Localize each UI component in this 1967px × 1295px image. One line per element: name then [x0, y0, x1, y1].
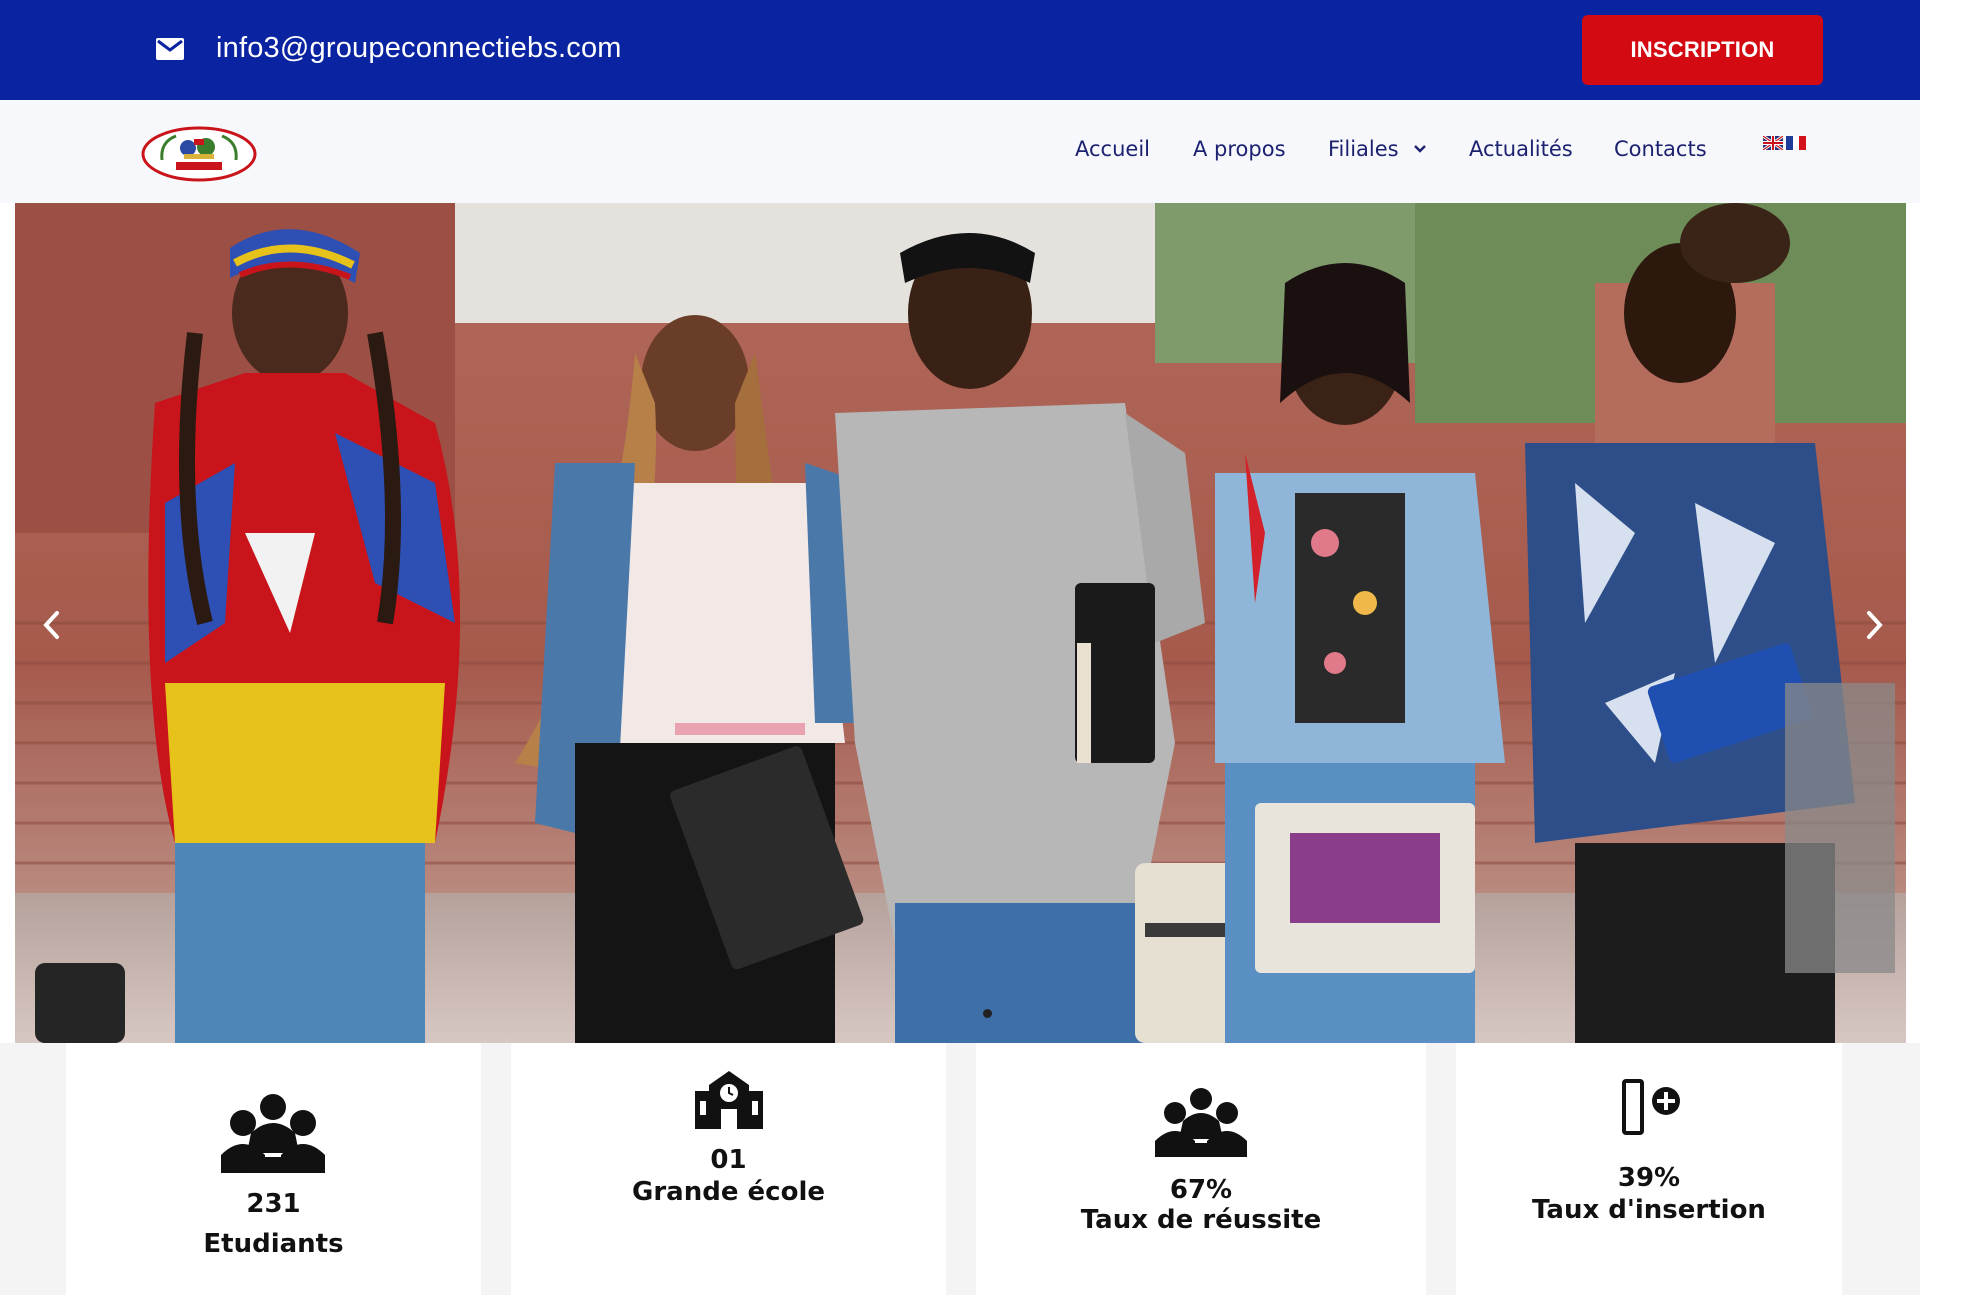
page-gutter	[1920, 0, 1967, 1295]
nav-filiales-dropdown[interactable]: Filiales	[1328, 134, 1427, 164]
top-bar: info3@groupeconnectiebs.com INSCRIPTION	[0, 0, 1920, 100]
stat-value: 01	[710, 1145, 747, 1175]
students-group-icon	[221, 1094, 325, 1173]
chevron-down-icon	[1413, 145, 1426, 153]
nav-actualites[interactable]: Actualités	[1469, 134, 1573, 164]
nav-label: Actualités	[1469, 137, 1573, 161]
stat-card-insertion: 39% Taux d'insertion	[1456, 1043, 1842, 1295]
mail-icon	[156, 38, 184, 60]
stat-label: Taux de réussite	[1080, 1205, 1322, 1235]
graduates-group-icon	[1155, 1088, 1247, 1157]
stat-value: 67%	[1169, 1175, 1233, 1205]
groupe-connect-logo[interactable]	[140, 124, 258, 184]
nav-a-propos[interactable]: A propos	[1193, 134, 1286, 164]
hero-slider	[15, 203, 1906, 1043]
nav-accueil[interactable]: Accueil	[1075, 134, 1150, 164]
nav-contacts[interactable]: Contacts	[1614, 134, 1707, 164]
nav-label: Accueil	[1075, 137, 1150, 161]
school-building-icon	[695, 1071, 763, 1129]
language-switcher[interactable]	[1763, 136, 1806, 150]
stat-label: Taux d'insertion	[1532, 1195, 1766, 1225]
hero-photo	[15, 203, 1906, 1043]
contact-email-link[interactable]: info3@groupeconnectiebs.com	[216, 32, 622, 65]
nav-label: Contacts	[1614, 137, 1707, 161]
stat-label: Etudiants	[203, 1229, 344, 1259]
chevron-left-icon[interactable]	[37, 603, 67, 647]
chevron-right-icon[interactable]	[1859, 603, 1889, 647]
door-plus-icon	[1622, 1079, 1680, 1135]
english-flag-icon[interactable]	[1763, 136, 1783, 150]
stat-card-reussite: 67% Taux de réussite	[976, 1043, 1426, 1295]
inscription-button[interactable]: INSCRIPTION	[1582, 15, 1823, 85]
nav-label: A propos	[1193, 137, 1286, 161]
nav-label: Filiales	[1328, 137, 1399, 161]
stat-label: Grande école	[632, 1177, 825, 1207]
slider-dot[interactable]	[983, 1009, 992, 1018]
stat-card-etudiants: 231 Etudiants	[66, 1043, 481, 1295]
french-flag-icon[interactable]	[1786, 136, 1806, 150]
stat-value: 39%	[1617, 1163, 1681, 1193]
stat-card-grande-ecole: 01 Grande école	[511, 1043, 946, 1295]
stat-value: 231	[246, 1189, 301, 1219]
